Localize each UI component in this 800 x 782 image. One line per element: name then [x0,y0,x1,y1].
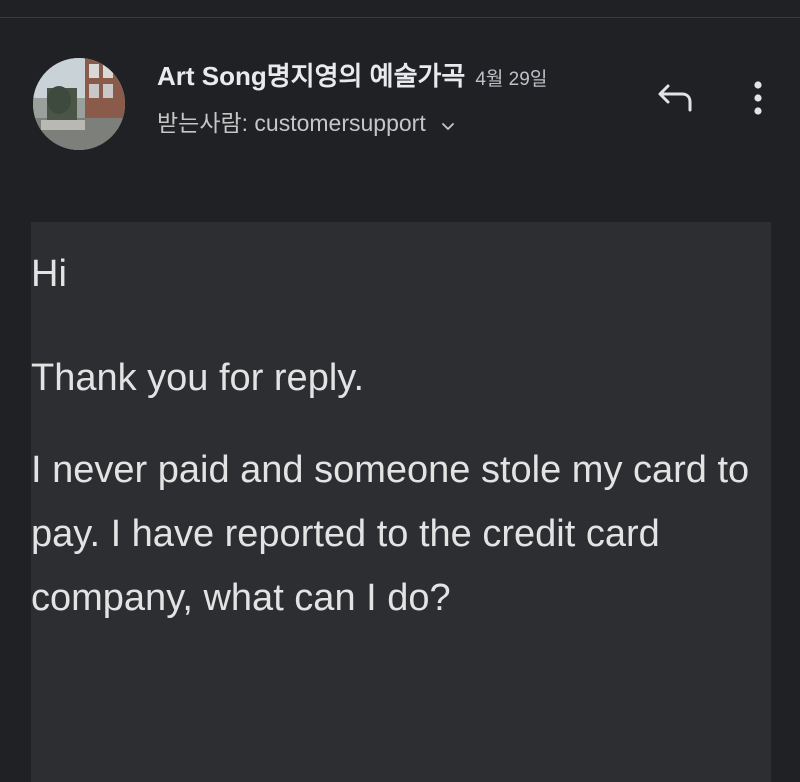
sender-line: Art Song명지영의 예술가곡 4월 29일 [157,56,547,93]
recipient-line[interactable]: 받는사람: customersupport [157,104,456,138]
body-greeting: Hi [31,253,67,295]
body-line-main: I never paid and someone stole my card t… [31,449,750,619]
message-header: Art Song명지영의 예술가곡 4월 29일 받는사람: customersu… [0,0,800,220]
reply-icon[interactable] [656,80,696,114]
avatar-photo [33,58,125,150]
message-body: Hi Thank you for reply. I never paid and… [31,242,771,630]
sender-avatar[interactable] [33,58,125,150]
more-vert-icon[interactable] [744,76,772,120]
body-line-thanks: Thank you for reply. [31,357,365,399]
sender-name[interactable]: Art Song명지영의 예술가곡 [157,61,465,91]
sent-date: 4월 29일 [475,69,548,90]
chevron-down-icon[interactable] [440,113,456,130]
recipient-label: 받는사람: customersupport [157,110,426,136]
